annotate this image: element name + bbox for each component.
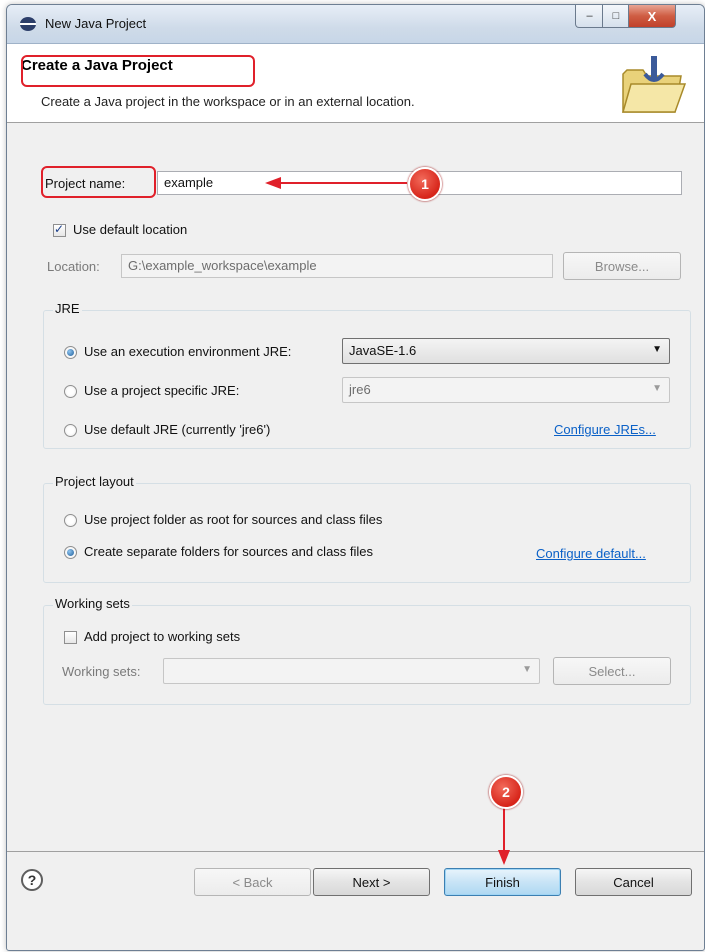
annotation-arrows <box>265 177 510 865</box>
new-java-project-dialog: New Java Project – □ X Create a Java Pro… <box>6 4 705 951</box>
annotation-badge-2: 2 <box>489 775 523 809</box>
annotation-badge-1: 1 <box>408 167 442 201</box>
